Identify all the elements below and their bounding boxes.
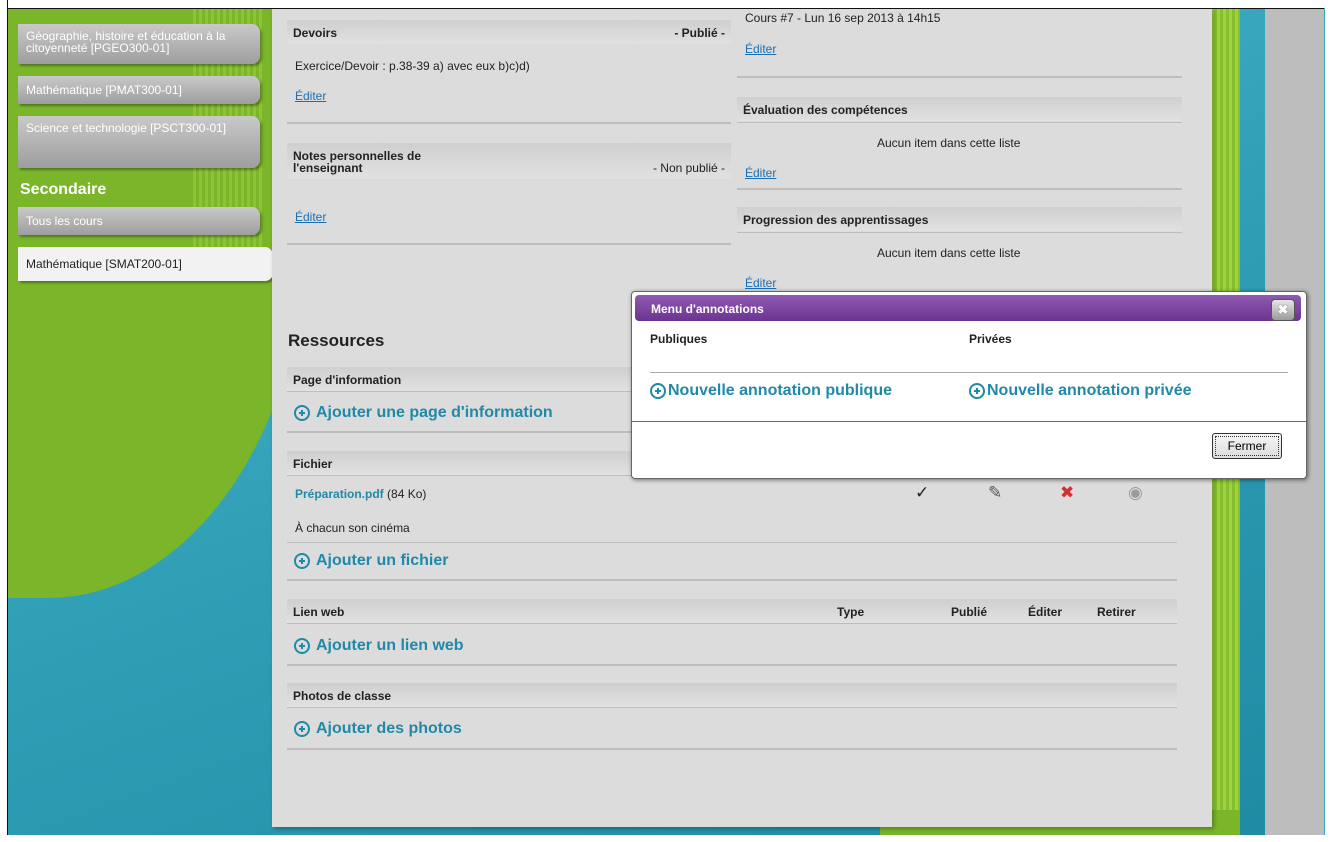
divider bbox=[287, 707, 1177, 708]
add-file-label: Ajouter un fichier bbox=[316, 552, 449, 569]
sidebar-item-label: Science et technologie [PSCT300-01] bbox=[26, 121, 227, 135]
plus-circle-icon bbox=[969, 383, 985, 399]
devoirs-edit-link[interactable]: Éditer bbox=[295, 89, 326, 103]
private-column-header: Privées bbox=[969, 332, 1012, 346]
devoirs-title: Devoirs bbox=[293, 26, 338, 40]
frame-border bbox=[7, 8, 1324, 9]
sidebar-item-smat200[interactable]: Mathématique [SMAT200-01] bbox=[18, 247, 273, 281]
divider bbox=[737, 188, 1182, 190]
sidebar-item-label: Géographie, histoire et éducation à la c… bbox=[26, 29, 226, 55]
add-private-annotation-link[interactable]: Nouvelle annotation privée bbox=[969, 382, 1191, 400]
sidebar-item-label: Mathématique [SMAT200-01] bbox=[26, 257, 182, 271]
plus-circle-icon bbox=[294, 721, 310, 737]
divider bbox=[287, 243, 731, 245]
add-photos-link[interactable]: Ajouter des photos bbox=[294, 720, 462, 738]
add-web-link[interactable]: Ajouter un lien web bbox=[294, 637, 464, 655]
photos-title: Photos de classe bbox=[293, 689, 392, 703]
file-row: Préparation.pdf (84 Ko) bbox=[295, 487, 426, 501]
cours-edit-link[interactable]: Éditer bbox=[745, 42, 776, 56]
fichier-title: Fichier bbox=[293, 457, 333, 471]
page-info-title: Page d'information bbox=[293, 373, 402, 387]
close-icon[interactable]: ✖ bbox=[1271, 299, 1295, 321]
divider bbox=[287, 122, 731, 124]
frame-border bbox=[0, 835, 1333, 842]
notes-edit-link[interactable]: Éditer bbox=[295, 210, 326, 224]
file-size: (84 Ko) bbox=[387, 487, 427, 501]
sidebar-section-heading: Secondaire bbox=[20, 181, 107, 198]
divider bbox=[737, 76, 1182, 78]
col-type: Type bbox=[837, 605, 865, 619]
notes-header: Notes personnelles de l'enseignant - Non… bbox=[287, 143, 731, 179]
add-info-page-label: Ajouter une page d'information bbox=[316, 404, 553, 421]
divider bbox=[287, 542, 1177, 543]
col-retirer: Retirer bbox=[1097, 605, 1136, 619]
sidebar-item-psct300[interactable]: Science et technologie [PSCT300-01] bbox=[18, 116, 260, 168]
file-description: À chacun son cinéma bbox=[295, 521, 410, 535]
devoirs-status: - Publié - bbox=[674, 26, 725, 40]
evaluation-header: Évaluation des compétences bbox=[737, 97, 1182, 121]
notes-status: - Non publié - bbox=[652, 161, 725, 175]
close-button[interactable]: Fermer bbox=[1212, 433, 1282, 459]
add-photos-label: Ajouter des photos bbox=[316, 720, 462, 737]
col-editer: Éditer bbox=[1028, 605, 1063, 619]
evaluation-title: Évaluation des compétences bbox=[743, 103, 908, 117]
divider bbox=[287, 623, 1177, 624]
add-info-page-link[interactable]: Ajouter une page d'information bbox=[294, 404, 553, 422]
sidebar-item-label: Mathématique [PMAT300-01] bbox=[26, 83, 182, 97]
frame-border bbox=[0, 0, 8, 842]
add-private-annotation-label: Nouvelle annotation privée bbox=[987, 382, 1192, 399]
evaluation-edit-link[interactable]: Éditer bbox=[745, 166, 776, 180]
cours-info: Cours #7 - Lun 16 sep 2013 à 14h15 bbox=[745, 11, 941, 25]
dialog-title-bar[interactable]: Menu d'annotations ✖ bbox=[635, 295, 1301, 321]
progression-title: Progression des apprentissages bbox=[743, 213, 929, 227]
divider bbox=[287, 748, 1177, 750]
divider bbox=[287, 579, 1177, 581]
devoirs-header: Devoirs - Publié - bbox=[287, 20, 731, 44]
sidebar-item-pgeo300[interactable]: Géographie, histoire et éducation à la c… bbox=[18, 24, 260, 64]
view-icon[interactable]: ◉ bbox=[1128, 483, 1143, 503]
photos-header: Photos de classe bbox=[287, 683, 1177, 707]
divider bbox=[737, 232, 1182, 233]
progression-header: Progression des apprentissages bbox=[737, 207, 1182, 231]
add-public-annotation-label: Nouvelle annotation publique bbox=[668, 382, 892, 399]
check-icon[interactable]: ✓ bbox=[915, 483, 929, 503]
annotations-dialog: Menu d'annotations ✖ Publiques Privées N… bbox=[631, 291, 1307, 479]
devoirs-text: Exercice/Devoir : p.38-39 a) avec eux b)… bbox=[295, 59, 530, 73]
public-column-header: Publiques bbox=[650, 332, 708, 346]
add-public-annotation-link[interactable]: Nouvelle annotation publique bbox=[650, 382, 892, 400]
divider bbox=[287, 664, 1177, 666]
plus-circle-icon bbox=[650, 383, 666, 399]
frame-border bbox=[1325, 0, 1333, 842]
progression-empty-text: Aucun item dans cette liste bbox=[877, 246, 1021, 260]
lien-web-title: Lien web bbox=[293, 605, 345, 619]
progression-edit-link[interactable]: Éditer bbox=[745, 276, 776, 290]
dialog-title: Menu d'annotations bbox=[651, 302, 764, 316]
sidebar-item-pmat300[interactable]: Mathématique [PMAT300-01] bbox=[18, 76, 260, 104]
close-button-label: Fermer bbox=[1215, 436, 1279, 456]
divider bbox=[632, 421, 1306, 422]
ressources-title: Ressources bbox=[288, 331, 385, 350]
plus-circle-icon bbox=[294, 553, 310, 569]
add-file-link[interactable]: Ajouter un fichier bbox=[294, 552, 448, 570]
edit-icon[interactable]: ✎ bbox=[988, 483, 1002, 503]
add-web-link-label: Ajouter un lien web bbox=[316, 637, 464, 654]
sidebar-item-label: Tous les cours bbox=[26, 214, 103, 228]
col-publie: Publié bbox=[951, 605, 988, 619]
notes-title: Notes personnelles de l'enseignant bbox=[293, 149, 422, 175]
divider bbox=[737, 122, 1182, 123]
plus-circle-icon bbox=[294, 638, 310, 654]
sidebar-item-all-courses[interactable]: Tous les cours bbox=[18, 207, 260, 235]
frame-border bbox=[0, 0, 1333, 8]
evaluation-empty-text: Aucun item dans cette liste bbox=[877, 136, 1021, 150]
divider bbox=[650, 372, 1288, 373]
plus-circle-icon bbox=[294, 405, 310, 421]
file-name-link[interactable]: Préparation.pdf bbox=[295, 487, 384, 501]
delete-icon[interactable]: ✖ bbox=[1060, 483, 1074, 503]
lien-web-header: Lien web Type Publié Éditer Retirer bbox=[287, 599, 1177, 623]
